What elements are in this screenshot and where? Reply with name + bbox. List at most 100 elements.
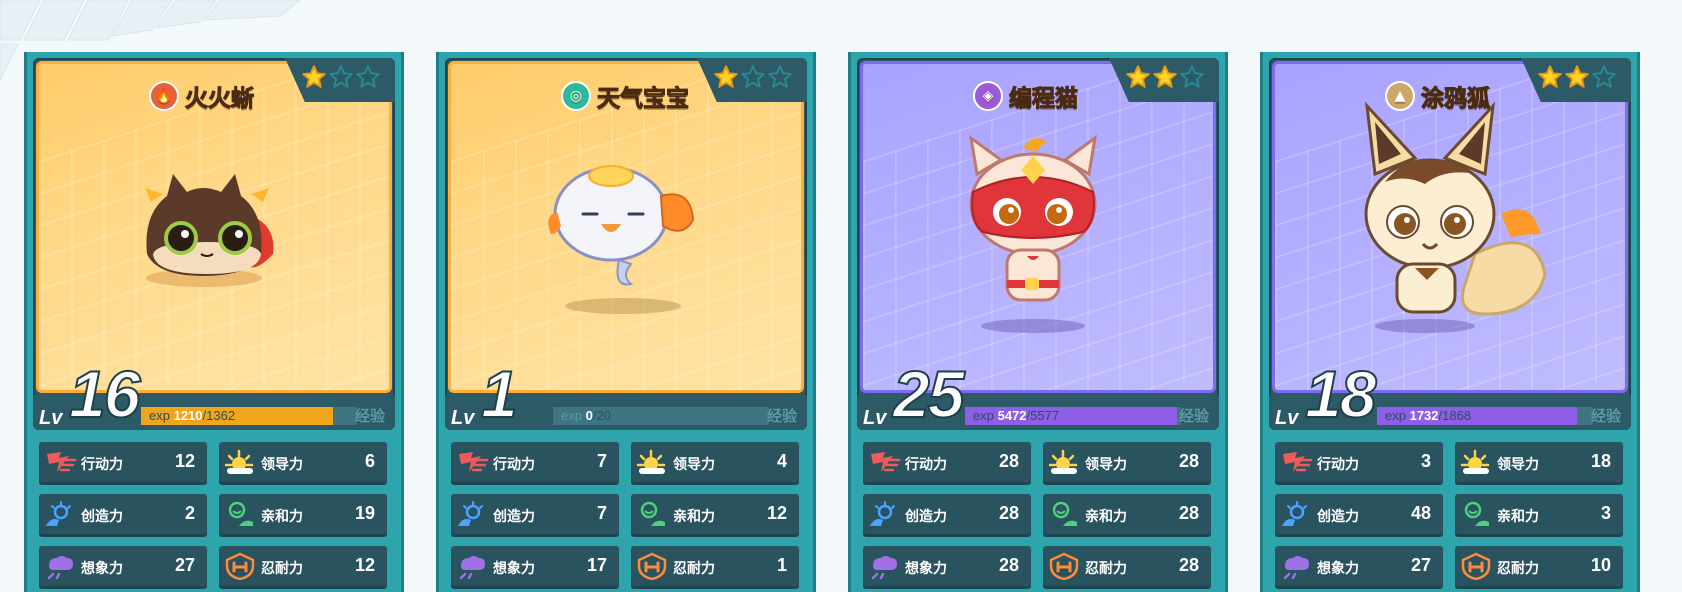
level-label: Lv — [863, 407, 887, 429]
exp-max: /20 — [592, 408, 611, 423]
weather-element-icon: ◎ — [561, 81, 591, 111]
star-filled-icon — [301, 64, 327, 94]
exp-max: /1362 — [202, 408, 236, 423]
creativity-icon — [43, 500, 77, 528]
action-icon — [867, 448, 901, 476]
stat-value: 10 — [1590, 555, 1611, 575]
exp-current: 0 — [585, 408, 593, 423]
star-filled-icon — [1152, 64, 1178, 94]
stat-value: 28 — [998, 451, 1019, 471]
stat-value: 28 — [998, 503, 1019, 523]
stat-value: 27 — [174, 555, 195, 575]
leadership-icon — [635, 448, 669, 476]
stat-name: 领导力 — [1497, 457, 1539, 473]
fire-element-icon: 🔥 — [149, 81, 179, 111]
level-number: 16 — [68, 357, 141, 430]
leadership-icon — [1459, 448, 1493, 476]
stat-item: 忍耐力 12 — [219, 546, 387, 586]
action-icon — [43, 448, 77, 476]
stat-item: 想象力 27 — [39, 546, 207, 586]
stat-item: 行动力 3 — [1275, 442, 1443, 482]
stat-name: 行动力 — [1317, 457, 1359, 473]
creativity-icon — [1279, 500, 1313, 528]
star-rating — [713, 64, 793, 94]
stat-value: 12 — [766, 503, 787, 523]
pet-name: 涂鸦狐 — [1421, 86, 1491, 113]
exp-label: 经验 — [1590, 407, 1621, 425]
stat-name: 想象力 — [81, 561, 123, 577]
pet-title: 🔥 火火蜥 — [149, 78, 255, 114]
pet-title: ◎ 天气宝宝 — [561, 78, 690, 114]
stat-name: 行动力 — [81, 457, 123, 473]
stat-value: 6 — [364, 451, 375, 471]
exp-max: /5577 — [1026, 408, 1060, 423]
exp-text: exp 5472/5577 — [973, 408, 1060, 423]
star-empty-icon — [740, 64, 766, 94]
pet-art-area: ▲ 涂鸦狐 — [1272, 61, 1628, 393]
exp-max: /1868 — [1438, 408, 1472, 423]
pet-art-area: ◎ 天气宝宝 — [448, 61, 804, 393]
affinity-icon — [223, 500, 257, 528]
pet-portrait-panel: 🔥 火火蜥 Lv 16 exp 1210/1362 经验 — [33, 58, 395, 430]
stat-item: 领导力 6 — [219, 442, 387, 482]
pet-card[interactable]: 🔥 火火蜥 Lv 16 exp 1210/1362 经验行动力 12 领导力 6 创造力 2 亲和力 1… — [24, 52, 404, 592]
stat-value: 7 — [596, 503, 607, 523]
endurance-icon — [223, 552, 257, 581]
stat-name: 想象力 — [1317, 561, 1359, 577]
exp-label: 经验 — [354, 407, 385, 425]
exp-current: 1732 — [1409, 408, 1439, 423]
stat-item: 想象力 28 — [863, 546, 1031, 586]
leadership-icon — [1047, 448, 1081, 476]
imagination-icon — [867, 552, 901, 580]
pet-art-area: ◈ 编程猫 — [860, 61, 1216, 393]
pet-card[interactable]: ▲ 涂鸦狐 Lv 18 exp 1732/1868 经验 行动力 3 领导力 18 创造力 48 亲和力… — [1260, 52, 1640, 592]
pet-card[interactable]: ◈ 编程猫 Lv 25 exp 5472/5577 经验 行动力 28 领导力 28 创造力 28 亲和… — [848, 52, 1228, 592]
stat-name: 领导力 — [1085, 457, 1127, 473]
star-filled-icon — [1125, 64, 1151, 94]
stat-name: 亲和力 — [1497, 509, 1539, 525]
stat-item: 亲和力 12 — [631, 494, 799, 534]
creativity-icon — [867, 500, 901, 528]
stat-item: 亲和力 19 — [219, 494, 387, 534]
stat-name: 创造力 — [905, 509, 947, 525]
exp-progress-bar: exp 0/20 — [553, 407, 769, 425]
stat-value: 19 — [354, 503, 375, 523]
stat-name: 创造力 — [493, 509, 535, 525]
pet-card[interactable]: ◎ 天气宝宝 Lv 1 exp 0/20 经验 行动力 7 领导力 4 创造力 7 亲和力 12 想象力 17… — [436, 52, 816, 592]
code-element-icon: ◈ — [973, 81, 1003, 111]
stat-name: 领导力 — [261, 457, 303, 473]
stat-value: 28 — [998, 555, 1019, 575]
stat-value: 28 — [1178, 503, 1199, 523]
exp-progress-bar: exp 5472/5577 — [965, 407, 1181, 425]
stat-item: 忍耐力 1 — [631, 546, 799, 586]
pet-portrait-panel: ◎ 天气宝宝 Lv 1 exp 0/20 经验 — [445, 58, 807, 430]
stat-value: 1 — [776, 555, 787, 575]
stat-name: 想象力 — [493, 561, 535, 577]
pet-portrait-panel: ◈ 编程猫 Lv 25 exp 5472/5577 经验 — [857, 58, 1219, 430]
stat-value: 28 — [1178, 555, 1199, 575]
pet-name: 编程猫 — [1009, 86, 1079, 113]
stat-item: 行动力 7 — [451, 442, 619, 482]
action-icon — [455, 448, 489, 476]
stat-value: 18 — [1590, 451, 1611, 471]
leadership-icon — [223, 448, 257, 476]
pet-name: 天气宝宝 — [597, 86, 690, 113]
stat-item: 行动力 28 — [863, 442, 1031, 482]
endurance-icon — [635, 552, 669, 581]
stat-name: 想象力 — [905, 561, 947, 577]
star-empty-icon — [328, 64, 354, 94]
star-empty-icon — [1591, 64, 1617, 94]
stat-item: 行动力 12 — [39, 442, 207, 482]
level-label: Lv — [451, 407, 475, 429]
stat-item: 创造力 7 — [451, 494, 619, 534]
endurance-icon — [1047, 552, 1081, 581]
exp-progress-bar: exp 1210/1362 — [141, 407, 357, 425]
stat-item: 创造力 28 — [863, 494, 1031, 534]
stat-value: 3 — [1600, 503, 1611, 523]
stat-value: 48 — [1410, 503, 1431, 523]
stat-item: 创造力 2 — [39, 494, 207, 534]
level-bar: Lv 18 exp 1732/1868 经验 — [1269, 360, 1631, 430]
stat-value: 2 — [184, 503, 195, 523]
level-label: Lv — [39, 407, 63, 429]
stat-name: 忍耐力 — [1085, 561, 1127, 577]
